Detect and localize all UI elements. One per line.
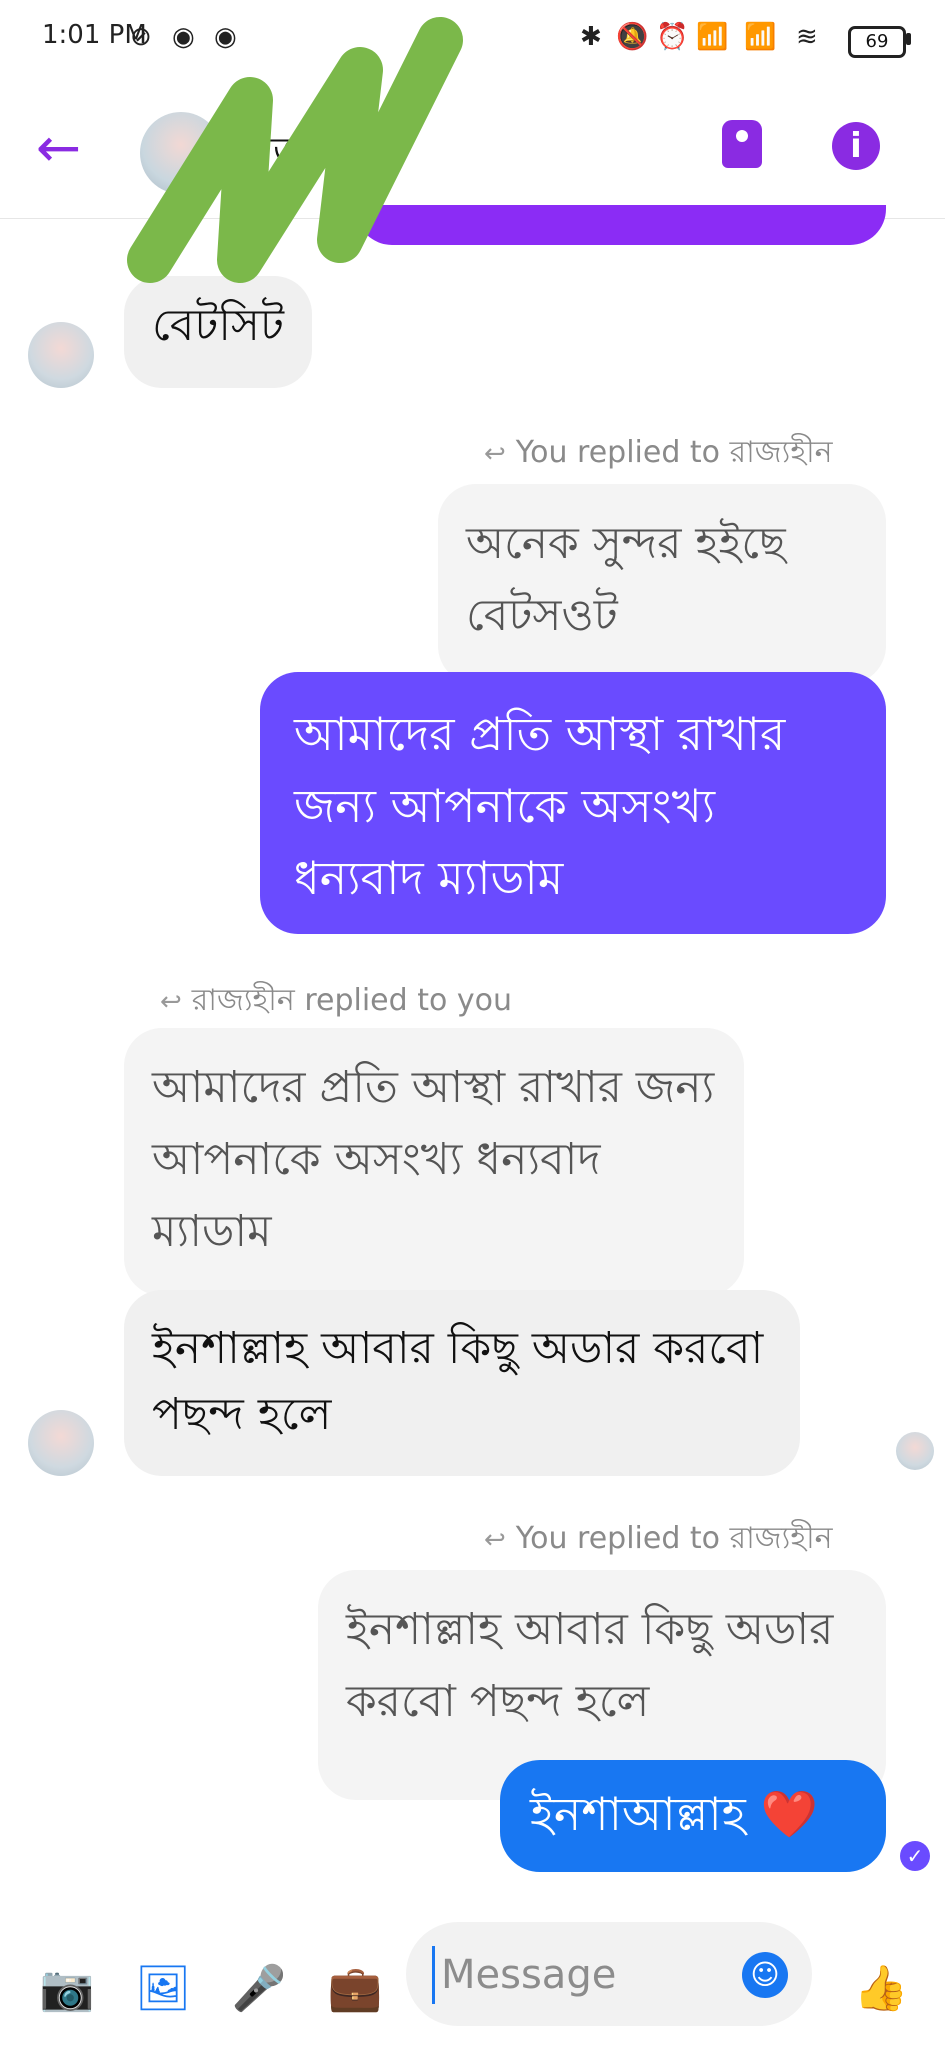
reply-arrow-icon: ↩ bbox=[484, 439, 506, 469]
outgoing-message-bubble[interactable]: আমাদের প্রতি আস্থা রাখার জন্য আপনাকে অসং… bbox=[260, 672, 886, 934]
incoming-message-bubble[interactable]: ইনশাল্লাহ আবার কিছু অডার করবো পছন্দ হলে bbox=[124, 1290, 800, 1476]
arrow-left-icon[interactable]: ← bbox=[36, 118, 81, 178]
battery-icon: 69 bbox=[848, 26, 906, 58]
outgoing-message-bubble[interactable]: ইনশাআল্লাহ ❤️ bbox=[500, 1760, 886, 1872]
message-field[interactable]: ☺ bbox=[406, 1922, 812, 2026]
reply-arrow-icon: ↩ bbox=[484, 1525, 506, 1555]
reply-note-text: You replied to রাজ্যহীন bbox=[515, 435, 833, 470]
signal-icon: 📶 bbox=[696, 22, 729, 52]
message-text: ইনশাল্লাহ আবার কিছু অডার করবো পছন্দ হলে bbox=[152, 1323, 764, 1440]
emoji-icon[interactable]: ☺ bbox=[742, 1952, 788, 1998]
briefcase-icon[interactable]: 💼 bbox=[324, 1958, 386, 2020]
wifi-icon: ≋ bbox=[796, 22, 818, 52]
quoted-text: অনেক সুন্দর হইছে বেটসওট bbox=[466, 518, 786, 641]
quoted-text: ইনশাল্লাহ আবার কিছু অডার করবো পছন্দ হলে bbox=[346, 1604, 834, 1727]
battery-tip bbox=[906, 33, 911, 45]
scribble-overlay bbox=[127, 17, 463, 283]
message-text: আমাদের প্রতি আস্থা রাখার জন্য আপনাকে অসং… bbox=[294, 707, 786, 905]
thumbs-up-icon[interactable]: 👍 bbox=[850, 1958, 912, 2020]
quoted-text: আমাদের প্রতি আস্থা রাখার জন্য আপনাকে অসং… bbox=[152, 1062, 715, 1257]
info-icon[interactable]: i bbox=[832, 122, 880, 170]
signal-icon-2: 📶 bbox=[744, 22, 777, 52]
alarm-icon: ⏰ bbox=[656, 22, 689, 52]
camera-icon[interactable]: 📷 bbox=[36, 1958, 98, 2020]
message-text: ইনশাআল্লাহ ❤️ bbox=[530, 1787, 818, 1841]
reply-note: ↩ রাজ্যহীন replied to you bbox=[160, 976, 512, 1027]
reply-note-text: রাজ্যহীন replied to you bbox=[191, 983, 512, 1018]
reply-note: ↩ You replied to রাজ্যহীন bbox=[484, 428, 833, 479]
sender-avatar[interactable] bbox=[28, 322, 94, 388]
image-icon[interactable]: 🖼 bbox=[132, 1958, 194, 2020]
read-receipt-avatar bbox=[896, 1432, 934, 1470]
seen-check-icon: ✓ bbox=[900, 1841, 930, 1871]
mute-icon: 🔕 bbox=[616, 22, 649, 52]
microphone-icon[interactable]: 🎤 bbox=[228, 1958, 290, 2020]
reply-note-text: You replied to রাজ্যহীন bbox=[515, 1521, 833, 1556]
message-text: বেটসিট bbox=[152, 300, 284, 351]
quoted-message-bubble[interactable]: আমাদের প্রতি আস্থা রাখার জন্য আপনাকে অসং… bbox=[124, 1028, 744, 1296]
reply-note: ↩ You replied to রাজ্যহীন bbox=[484, 1514, 833, 1565]
bluetooth-icon: ✱ bbox=[580, 22, 602, 52]
quoted-message-bubble[interactable]: অনেক সুন্দর হইছে বেটসওট bbox=[438, 484, 886, 684]
tag-icon[interactable] bbox=[722, 120, 762, 168]
message-input[interactable] bbox=[432, 1946, 733, 2004]
sender-avatar[interactable] bbox=[28, 1410, 94, 1476]
tag-hole bbox=[736, 130, 748, 142]
reply-arrow-icon: ↩ bbox=[160, 987, 182, 1017]
